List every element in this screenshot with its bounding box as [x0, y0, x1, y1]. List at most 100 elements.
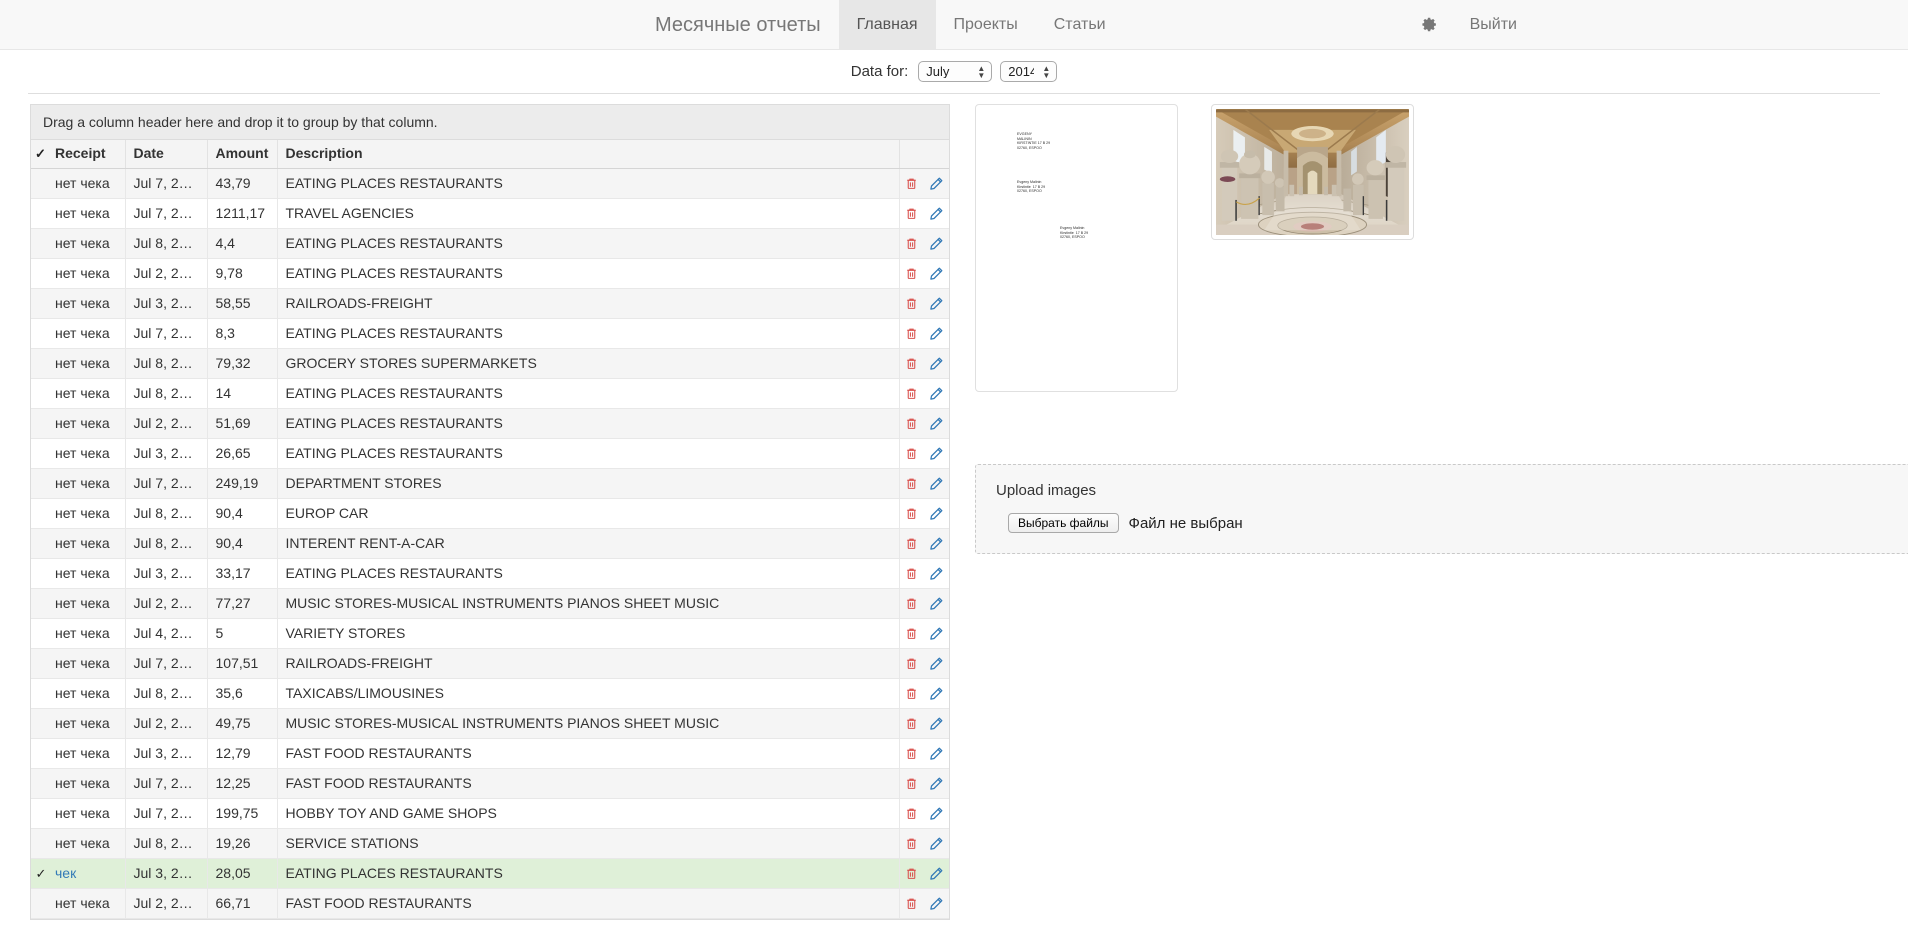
row-check-cell[interactable] [31, 438, 47, 469]
table-row[interactable]: нет чека Jul 2, 2014 77,27 MUSIC STORES-MUS… [31, 588, 949, 619]
edit-row-button[interactable] [926, 682, 948, 704]
column-header-description[interactable]: Description [277, 140, 900, 169]
delete-row-button[interactable] [901, 862, 923, 884]
edit-row-button[interactable] [926, 592, 948, 614]
row-edit-cell[interactable] [924, 318, 949, 349]
row-delete-cell[interactable] [899, 768, 924, 799]
logout-link[interactable]: Выйти [1452, 0, 1535, 49]
delete-row-button[interactable] [901, 562, 923, 584]
edit-row-button[interactable] [926, 712, 948, 734]
edit-row-button[interactable] [926, 442, 948, 464]
row-check-cell[interactable] [31, 768, 47, 799]
row-delete-cell[interactable] [899, 738, 924, 769]
row-edit-cell[interactable] [924, 678, 949, 709]
row-delete-cell[interactable] [899, 228, 924, 259]
edit-row-button[interactable] [926, 562, 948, 584]
table-row[interactable]: нет чека Jul 2, 2014 9,78 EATING PLACES RES… [31, 258, 949, 289]
row-check-cell[interactable] [31, 648, 47, 679]
delete-row-button[interactable] [901, 472, 923, 494]
row-edit-cell[interactable] [924, 468, 949, 499]
delete-row-button[interactable] [901, 682, 923, 704]
table-row[interactable]: нет чека Jul 8, 2014 35,6 TAXICABS/LIMOUSIN… [31, 678, 949, 709]
row-check-cell[interactable] [31, 588, 47, 619]
delete-row-button[interactable] [901, 772, 923, 794]
row-edit-cell[interactable] [924, 828, 949, 859]
row-check-cell[interactable] [31, 708, 47, 739]
nav-link-glavnaya[interactable]: Главная [838, 0, 936, 49]
delete-row-button[interactable] [901, 292, 923, 314]
column-header-date[interactable]: Date [125, 140, 208, 169]
table-row[interactable]: нет чека Jul 8, 2014 90,4 EUROP CAR [31, 498, 949, 529]
column-header-receipt[interactable]: Receipt [47, 140, 126, 169]
edit-row-button[interactable] [926, 892, 948, 914]
row-delete-cell[interactable] [899, 408, 924, 439]
edit-row-button[interactable] [926, 322, 948, 344]
edit-row-button[interactable] [926, 232, 948, 254]
row-delete-cell[interactable] [899, 168, 924, 199]
row-delete-cell[interactable] [899, 888, 924, 919]
row-delete-cell[interactable] [899, 828, 924, 859]
delete-row-button[interactable] [901, 742, 923, 764]
edit-row-button[interactable] [926, 772, 948, 794]
row-edit-cell[interactable] [924, 198, 949, 229]
table-row[interactable]: нет чека Jul 3, 2014 58,55 RAILROADS-FREIGH… [31, 288, 949, 319]
edit-row-button[interactable] [926, 502, 948, 524]
row-check-cell[interactable] [31, 828, 47, 859]
row-delete-cell[interactable] [899, 198, 924, 229]
delete-row-button[interactable] [901, 382, 923, 404]
row-delete-cell[interactable] [899, 798, 924, 829]
delete-row-button[interactable] [901, 412, 923, 434]
row-check-cell[interactable] [31, 288, 47, 319]
document-preview[interactable]: EVGENY MALININ KIRSTINTIE 17 B 29 02760,… [975, 104, 1178, 392]
brand-title[interactable]: Месячные отчеты [637, 0, 839, 49]
row-edit-cell[interactable] [924, 498, 949, 529]
table-row[interactable]: нет чека Jul 7, 2014 249,19 DEPARTMENT STOR… [31, 468, 949, 499]
table-row[interactable]: нет чека Jul 8, 2014 19,26 SERVICE STATIONS [31, 828, 949, 859]
row-check-cell[interactable] [31, 558, 47, 589]
edit-row-button[interactable] [926, 802, 948, 824]
year-select[interactable]: 2012201320142015 [1000, 61, 1058, 82]
nav-link-stati[interactable]: Статьи [1036, 0, 1124, 49]
row-check-cell[interactable] [31, 378, 47, 409]
row-edit-cell[interactable] [924, 348, 949, 379]
row-delete-cell[interactable] [899, 618, 924, 649]
edit-row-button[interactable] [926, 352, 948, 374]
row-check-cell[interactable]: ✓ [31, 858, 47, 889]
row-delete-cell[interactable] [899, 348, 924, 379]
row-edit-cell[interactable] [924, 888, 949, 919]
row-delete-cell[interactable] [899, 498, 924, 529]
table-row[interactable]: нет чека Jul 2, 2014 49,75 MUSIC STORES-MUS… [31, 708, 949, 739]
edit-row-button[interactable] [926, 172, 948, 194]
row-check-cell[interactable] [31, 228, 47, 259]
table-row[interactable]: нет чека Jul 7, 2014 12,25 FAST FOOD RESTAU… [31, 768, 949, 799]
column-header-amount[interactable]: Amount [207, 140, 278, 169]
delete-row-button[interactable] [901, 352, 923, 374]
delete-row-button[interactable] [901, 202, 923, 224]
row-check-cell[interactable] [31, 618, 47, 649]
nav-link-proekty[interactable]: Проекты [936, 0, 1036, 49]
edit-row-button[interactable] [926, 652, 948, 674]
table-row[interactable]: нет чека Jul 7, 2014 8,3 EATING PLACES REST… [31, 318, 949, 349]
row-edit-cell[interactable] [924, 168, 949, 199]
delete-row-button[interactable] [901, 592, 923, 614]
row-check-cell[interactable] [31, 348, 47, 379]
row-edit-cell[interactable] [924, 588, 949, 619]
edit-row-button[interactable] [926, 262, 948, 284]
row-delete-cell[interactable] [899, 258, 924, 289]
table-row[interactable]: нет чека Jul 7, 2014 43,79 EATING PLACES RE… [31, 168, 949, 199]
row-check-cell[interactable] [31, 198, 47, 229]
row-edit-cell[interactable] [924, 708, 949, 739]
edit-row-button[interactable] [926, 202, 948, 224]
row-check-cell[interactable] [31, 798, 47, 829]
delete-row-button[interactable] [901, 712, 923, 734]
table-row[interactable]: нет чека Jul 8, 2014 79,32 GROCERY STORES S… [31, 348, 949, 379]
row-edit-cell[interactable] [924, 798, 949, 829]
edit-row-button[interactable] [926, 832, 948, 854]
edit-row-button[interactable] [926, 472, 948, 494]
row-check-cell[interactable] [31, 258, 47, 289]
table-row[interactable]: нет чека Jul 7, 2014 107,51 RAILROADS-FREIG… [31, 648, 949, 679]
row-check-cell[interactable] [31, 318, 47, 349]
delete-row-button[interactable] [901, 622, 923, 644]
delete-row-button[interactable] [901, 262, 923, 284]
month-select[interactable]: JanuaryFebruaryMarchAprilMayJuneJulyAugu… [918, 61, 993, 82]
